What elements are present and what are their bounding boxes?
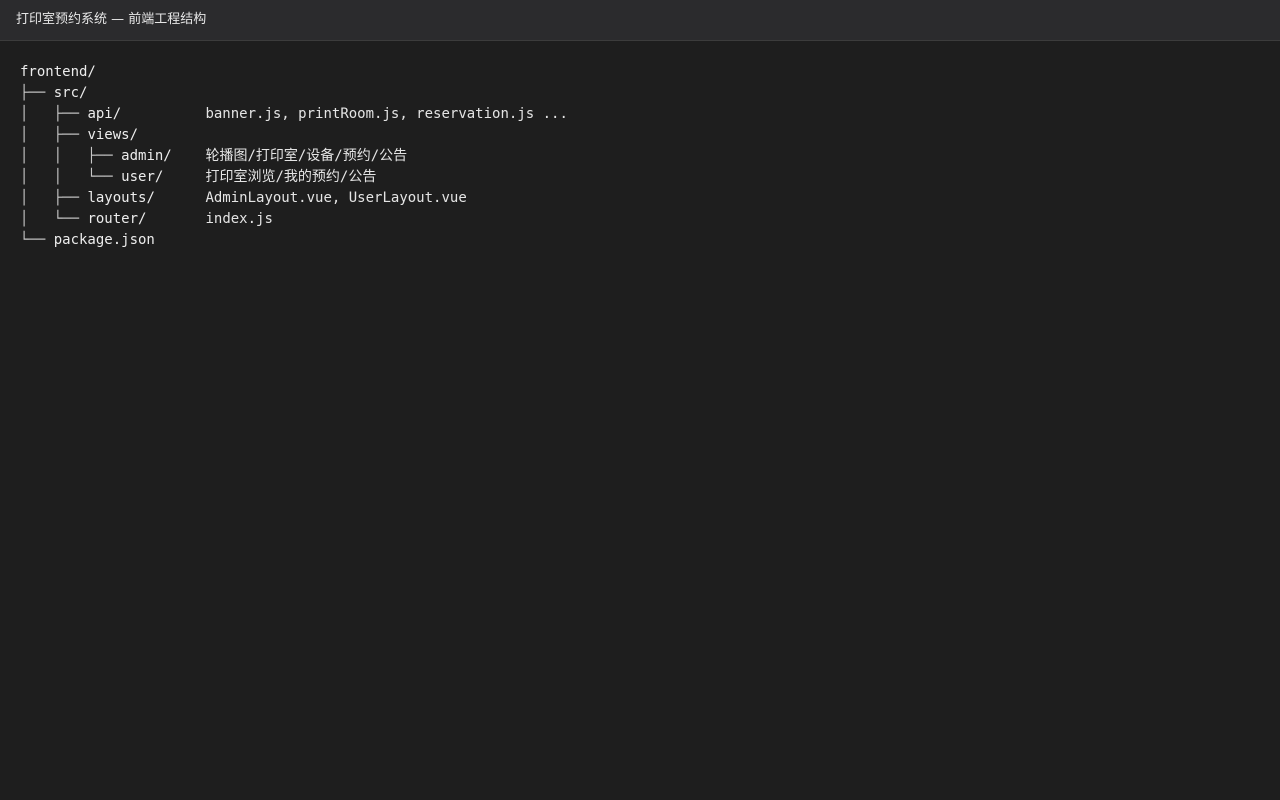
tree-guide: │ ├── [20, 127, 88, 143]
title-bar: 打印室预约系统 — 前端工程结构 [0, 0, 1280, 41]
editor-area: frontend/├── src/│ ├── api/ banner.js, p… [0, 42, 1280, 800]
tree-guide: ├── [20, 85, 54, 101]
tree-item-note: index.js [205, 211, 273, 227]
file-tree: frontend/├── src/│ ├── api/ banner.js, p… [20, 62, 568, 251]
tree-item-name[interactable]: api/ [87, 106, 121, 122]
tree-line[interactable]: frontend/ [20, 62, 568, 83]
tree-item-name[interactable]: admin/ [121, 148, 172, 164]
tree-line[interactable]: │ └── router/ index.js [20, 209, 568, 230]
tree-line[interactable]: ├── src/ [20, 83, 568, 104]
tree-guide: │ │ └── [20, 169, 122, 185]
tree-line[interactable]: └── package.json [20, 230, 568, 251]
tree-item-name[interactable]: layouts/ [87, 190, 154, 206]
tree-line[interactable]: │ ├── views/ [20, 125, 568, 146]
tree-item-name[interactable]: views/ [87, 127, 138, 143]
window-title: 打印室预约系统 — 前端工程结构 [16, 12, 207, 27]
tree-guide: │ ├── [20, 106, 88, 122]
tree-item-note: 轮播图/打印室/设备/预约/公告 [205, 148, 408, 164]
tree-line[interactable]: │ │ ├── admin/ 轮播图/打印室/设备/预约/公告 [20, 146, 568, 167]
tree-guide: └── [20, 232, 54, 248]
tree-item-note: 打印室浏览/我的预约/公告 [205, 169, 377, 185]
tree-item-name[interactable]: frontend/ [20, 64, 96, 80]
tree-item-name[interactable]: user/ [121, 169, 163, 185]
tree-item-name[interactable]: package.json [54, 232, 155, 248]
tree-item-name[interactable]: src/ [54, 85, 88, 101]
tree-line[interactable]: │ ├── layouts/ AdminLayout.vue, UserLayo… [20, 188, 568, 209]
tree-line[interactable]: │ │ └── user/ 打印室浏览/我的预约/公告 [20, 167, 568, 188]
tree-item-note: banner.js, printRoom.js, reservation.js … [205, 106, 568, 122]
tree-guide: │ ├── [20, 190, 88, 206]
tree-item-note: AdminLayout.vue, UserLayout.vue [205, 190, 467, 206]
tree-item-name[interactable]: router/ [87, 211, 146, 227]
tree-line[interactable]: │ ├── api/ banner.js, printRoom.js, rese… [20, 104, 568, 125]
tree-guide: │ └── [20, 211, 88, 227]
tree-guide: │ │ ├── [20, 148, 122, 164]
